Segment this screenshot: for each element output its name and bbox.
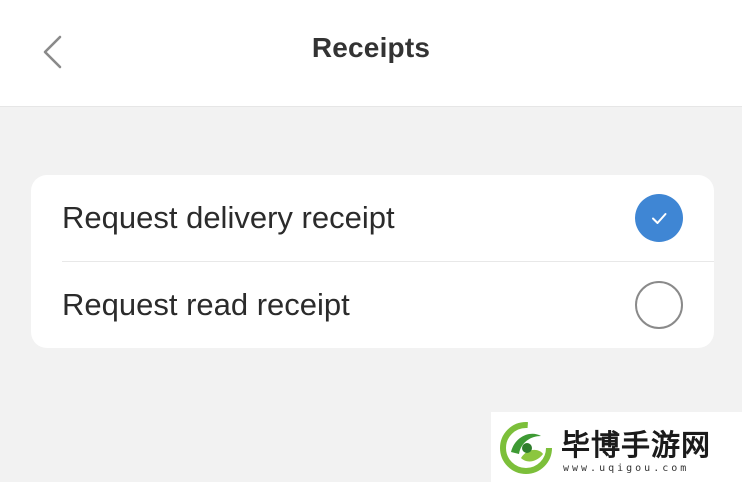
receipts-card: Request delivery receipt Request read re… xyxy=(31,175,714,348)
checkmark-icon xyxy=(652,213,667,224)
watermark-title: 毕博手游网 xyxy=(561,428,712,462)
request-read-receipt-option[interactable]: Request read receipt xyxy=(31,262,714,348)
watermark-url: www.uqigou.com xyxy=(563,463,690,474)
request-delivery-receipt-label: Request delivery receipt xyxy=(62,200,395,235)
checked-circle-icon[interactable] xyxy=(635,194,683,242)
watermark: 毕博手游网 www.uqigou.com xyxy=(491,412,742,482)
request-delivery-receipt-option[interactable]: Request delivery receipt xyxy=(31,175,714,261)
app-header: Receipts xyxy=(0,0,742,107)
page-title: Receipts xyxy=(311,32,431,63)
request-read-receipt-label: Request read receipt xyxy=(62,287,350,322)
unchecked-circle-icon[interactable] xyxy=(635,281,683,329)
watermark-logo-icon xyxy=(500,422,552,474)
